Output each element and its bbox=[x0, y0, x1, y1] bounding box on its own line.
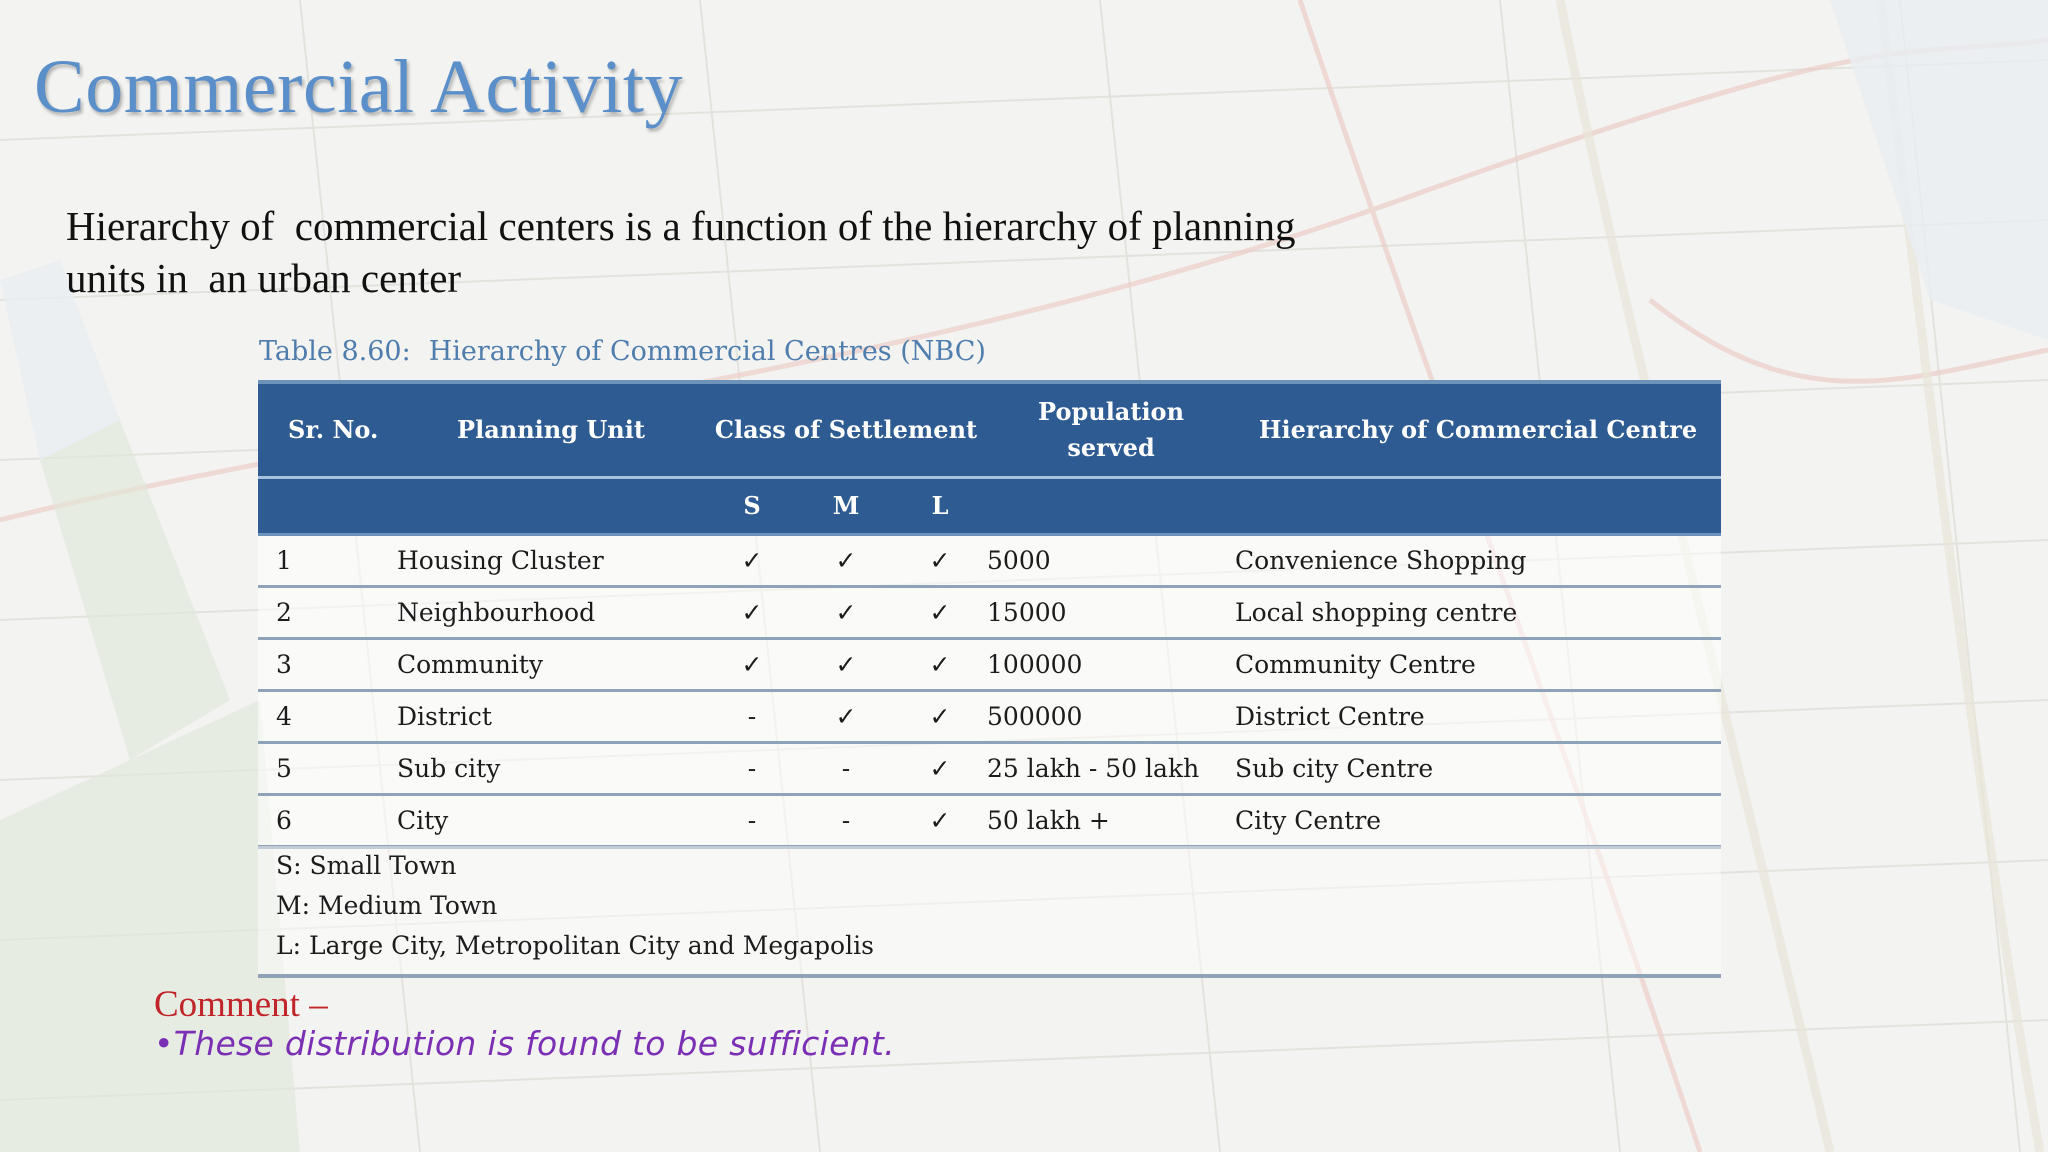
cell-s: ✓ bbox=[705, 586, 799, 640]
page-title: Commercial Activity bbox=[34, 45, 684, 129]
cell-population: 25 lakh - 50 lakh bbox=[987, 742, 1236, 796]
intro-text: Hierarchy of commercial centers is a fun… bbox=[66, 200, 1446, 304]
comment-label: Comment – bbox=[154, 984, 328, 1025]
table-row: 3 Community ✓ ✓ ✓ 100000 Community Centr… bbox=[258, 638, 1722, 692]
cell-population: 50 lakh + bbox=[987, 794, 1236, 849]
header-hierarchy: Hierarchy of Commercial Centre bbox=[1235, 380, 1722, 478]
cell-l: ✓ bbox=[893, 534, 988, 588]
cell-sr: 6 bbox=[258, 794, 397, 849]
note-small-town: S: Small Town bbox=[276, 851, 457, 880]
cell-centre: Sub city Centre bbox=[1235, 742, 1722, 796]
table-row: 4 District - ✓ ✓ 500000 District Centre bbox=[258, 690, 1722, 744]
header-class-of-settlement: Class of Settlement bbox=[705, 380, 988, 478]
table-caption-number: Table 8.60: bbox=[259, 336, 411, 367]
table-caption: Table 8.60: Hierarchy of Commercial Centr… bbox=[259, 336, 986, 367]
cell-centre: Local shopping centre bbox=[1235, 586, 1722, 640]
cell-s: ✓ bbox=[705, 638, 799, 692]
cell-s: - bbox=[705, 742, 799, 796]
intro-line-2: units in an urban center bbox=[66, 255, 462, 301]
header-population-line-2: served bbox=[1067, 433, 1155, 462]
intro-line-1: Hierarchy of commercial centers is a fun… bbox=[66, 203, 1296, 249]
slide: Commercial Activity Hierarchy of commerc… bbox=[0, 0, 2048, 1152]
table-subheader-row: S M L bbox=[258, 476, 1722, 536]
cell-population: 5000 bbox=[987, 534, 1236, 588]
cell-centre: City Centre bbox=[1235, 794, 1722, 849]
cell-centre: Convenience Shopping bbox=[1235, 534, 1722, 588]
cell-m: ✓ bbox=[799, 638, 893, 692]
subheader-empty bbox=[987, 476, 1236, 536]
cell-m: ✓ bbox=[799, 690, 893, 744]
table-row: 5 Sub city - - ✓ 25 lakh - 50 lakh Sub c… bbox=[258, 742, 1722, 796]
cell-s: ✓ bbox=[705, 534, 799, 588]
note-large-city: L: Large City, Metropolitan City and Meg… bbox=[276, 931, 874, 960]
header-planning-unit: Planning Unit bbox=[397, 380, 705, 478]
cell-sr: 4 bbox=[258, 690, 397, 744]
table-row: 1 Housing Cluster ✓ ✓ ✓ 5000 Convenience… bbox=[258, 534, 1722, 588]
subheader-s: S bbox=[705, 476, 799, 536]
cell-sr: 3 bbox=[258, 638, 397, 692]
cell-l: ✓ bbox=[893, 794, 988, 849]
header-population-line-1: Population bbox=[1038, 397, 1185, 426]
cell-unit: Housing Cluster bbox=[397, 534, 705, 588]
cell-sr: 5 bbox=[258, 742, 397, 796]
cell-l: ✓ bbox=[893, 586, 988, 640]
cell-population: 15000 bbox=[987, 586, 1236, 640]
cell-centre: Community Centre bbox=[1235, 638, 1722, 692]
cell-m: - bbox=[799, 742, 893, 796]
subheader-empty bbox=[258, 476, 397, 536]
cell-unit: City bbox=[397, 794, 705, 849]
table-header-row: Sr. No. Planning Unit Class of Settlemen… bbox=[258, 380, 1722, 478]
table-caption-title: Hierarchy of Commercial Centres (NBC) bbox=[428, 336, 986, 367]
subheader-l: L bbox=[893, 476, 988, 536]
cell-l: ✓ bbox=[893, 638, 988, 692]
comment-text: •These distribution is found to be suffi… bbox=[154, 1024, 895, 1063]
cell-l: ✓ bbox=[893, 690, 988, 744]
subheader-empty bbox=[397, 476, 705, 536]
cell-m: - bbox=[799, 794, 893, 849]
table-row: 6 City - - ✓ 50 lakh + City Centre bbox=[258, 794, 1722, 849]
cell-sr: 2 bbox=[258, 586, 397, 640]
cell-m: ✓ bbox=[799, 586, 893, 640]
subheader-m: M bbox=[799, 476, 893, 536]
note-medium-town: M: Medium Town bbox=[276, 891, 498, 920]
cell-m: ✓ bbox=[799, 534, 893, 588]
cell-s: - bbox=[705, 794, 799, 849]
cell-unit: District bbox=[397, 690, 705, 744]
cell-unit: Community bbox=[397, 638, 705, 692]
cell-population: 500000 bbox=[987, 690, 1236, 744]
commercial-centres-table: Sr. No. Planning Unit Class of Settlemen… bbox=[258, 380, 1722, 849]
subheader-empty bbox=[1235, 476, 1722, 536]
cell-unit: Neighbourhood bbox=[397, 586, 705, 640]
cell-sr: 1 bbox=[258, 534, 397, 588]
header-population-served: Population served bbox=[987, 380, 1236, 478]
cell-unit: Sub city bbox=[397, 742, 705, 796]
table-row: 2 Neighbourhood ✓ ✓ ✓ 15000 Local shoppi… bbox=[258, 586, 1722, 640]
cell-population: 100000 bbox=[987, 638, 1236, 692]
table-notes: S: Small Town M: Medium Town L: Large Ci… bbox=[258, 846, 1721, 978]
header-sr-no: Sr. No. bbox=[258, 380, 397, 478]
cell-s: - bbox=[705, 690, 799, 744]
cell-l: ✓ bbox=[893, 742, 988, 796]
cell-centre: District Centre bbox=[1235, 690, 1722, 744]
